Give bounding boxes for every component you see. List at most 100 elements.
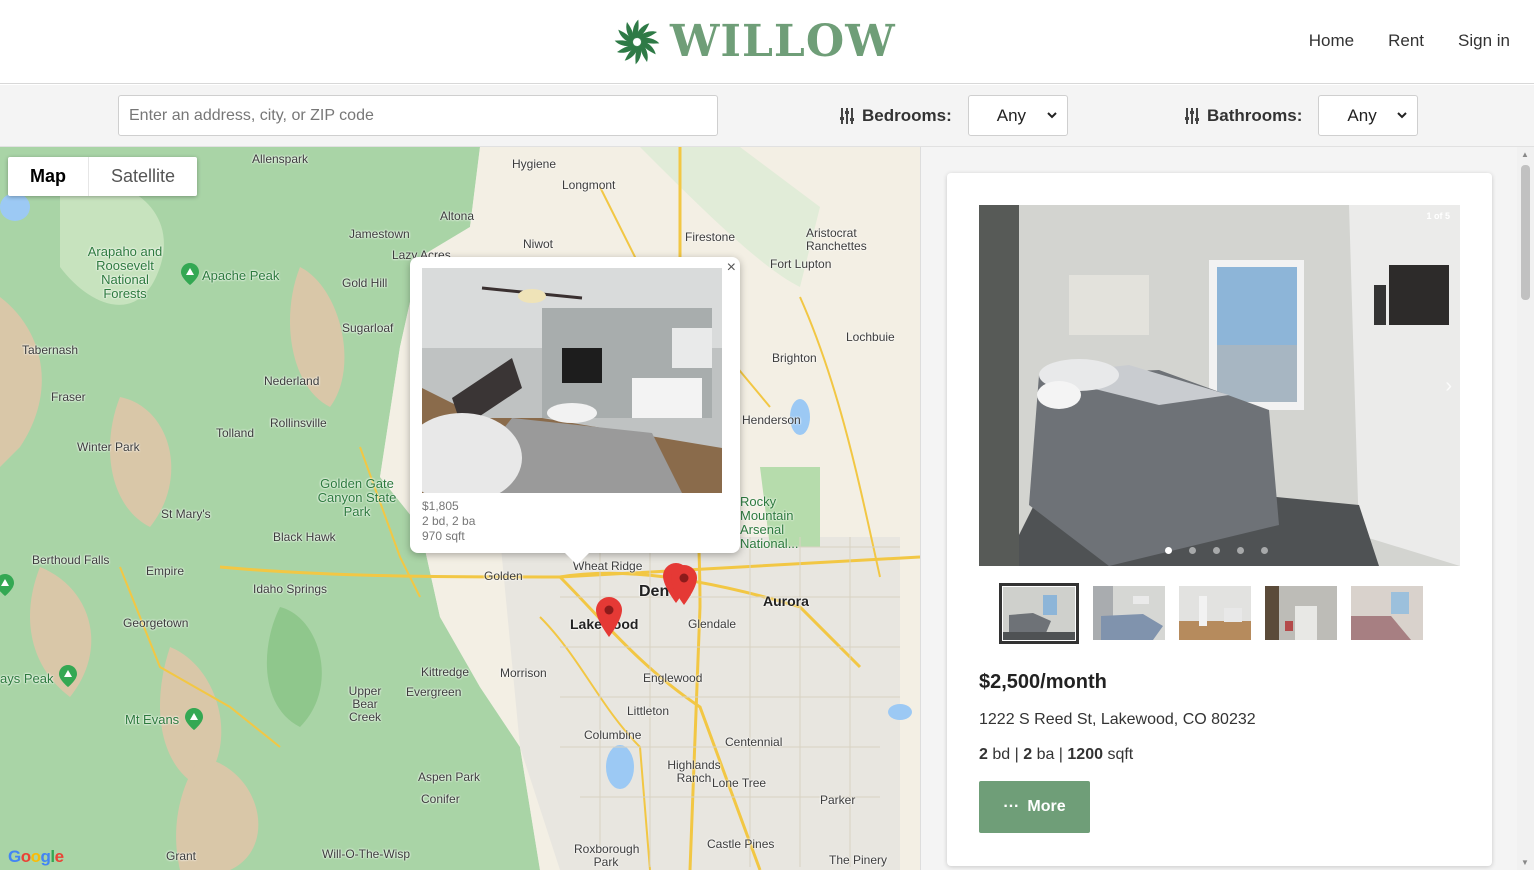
park-pin-icon	[181, 263, 199, 285]
map-place-label: Centennial	[725, 735, 783, 749]
park-pin-icon	[185, 708, 203, 730]
top-header: WILLOW Home Rent Sign in	[0, 0, 1534, 84]
map-place-label: Hygiene	[512, 157, 557, 171]
map-place-label: Englewood	[643, 671, 703, 685]
main-nav: Home Rent Sign in	[1309, 31, 1510, 51]
map-park-label: ays Peak	[0, 671, 54, 686]
map-place-label: Kittredge	[421, 665, 470, 679]
carousel-dot[interactable]	[1261, 547, 1268, 554]
map-place-label: Glendale	[688, 617, 737, 631]
listing-info-popup[interactable]: × $1,805 2 bd, 2 ba 970 sqft	[410, 257, 740, 565]
popup-price: $1,805	[422, 499, 459, 513]
nav-home-link[interactable]: Home	[1309, 31, 1354, 51]
carousel-dot[interactable]	[1213, 547, 1220, 554]
bedrooms-select[interactable]: Any	[967, 95, 1068, 136]
living-room-photo	[422, 268, 722, 493]
listing-beds-unit: bd	[992, 746, 1011, 763]
map-place-label: Henderson	[742, 413, 801, 427]
map-place-label: Upper Bear Creek	[348, 684, 382, 724]
panel-scrollbar[interactable]: ▲ ▼	[1517, 147, 1534, 870]
nav-sign-in-link[interactable]: Sign in	[1458, 31, 1510, 51]
map-place-label: Gold Hill	[342, 276, 388, 290]
ellipsis-icon: ···	[1003, 798, 1020, 815]
google-logo[interactable]: Google	[8, 847, 64, 867]
carousel-dot[interactable]	[1189, 547, 1196, 554]
map-place-label: Aspen Park	[418, 770, 481, 784]
more-button-label: More	[1027, 798, 1066, 815]
map-place-label: Nederland	[264, 374, 320, 388]
map-place-label: Firestone	[685, 230, 736, 244]
listing-stats: 2 bd | 2 ba | 1200 sqft	[979, 746, 1134, 763]
map-type-map-button[interactable]: Map	[8, 157, 89, 196]
map-park-label: Rocky Mountain Arsenal National...	[740, 494, 799, 551]
nav-rent-link[interactable]: Rent	[1388, 31, 1424, 51]
chevron-right-icon[interactable]: ›	[1445, 375, 1452, 398]
map-place-label: Golden	[484, 569, 523, 583]
map-place-label: Jamestown	[349, 227, 410, 241]
photo-carousel[interactable]: 1 of 5 ›	[979, 205, 1460, 566]
carousel-dot[interactable]	[1237, 547, 1244, 554]
photo-thumbnail[interactable]	[1179, 586, 1251, 640]
listing-marker-icon[interactable]	[671, 565, 697, 605]
map-place-label: Rollinsville	[270, 416, 327, 430]
map-place-label: Brighton	[772, 351, 817, 365]
map-park-label: Mt Evans	[125, 712, 180, 727]
map-type-toggle: Map Satellite	[8, 157, 198, 196]
chevron-down-icon	[1397, 112, 1408, 119]
map-place-label: Aurora	[763, 593, 809, 609]
map-type-satellite-button[interactable]: Satellite	[89, 157, 197, 196]
map-place-label: Winter Park	[77, 440, 140, 454]
photo-thumbnail[interactable]	[1265, 586, 1337, 640]
popup-listing-photo[interactable]	[422, 268, 722, 493]
willow-logo[interactable]: WILLOW	[612, 16, 896, 68]
map-place-label: St Mary's	[161, 507, 211, 521]
bedroom-photo	[979, 205, 1460, 566]
popup-sqft: 970 sqft	[422, 529, 465, 543]
bathrooms-select-value: Any	[1347, 105, 1377, 125]
map-place-label: Roxborough Park	[574, 842, 640, 869]
photo-thumbnail[interactable]	[1093, 586, 1165, 640]
photo-thumbnail[interactable]	[999, 583, 1079, 644]
logo-text: WILLOW	[670, 16, 896, 67]
more-button[interactable]: ··· More	[979, 781, 1090, 833]
bedrooms-filter: Bedrooms: Any	[840, 95, 1068, 136]
carousel-dot[interactable]	[1165, 547, 1172, 554]
park-pin-icon	[59, 665, 77, 687]
map-place-label: Morrison	[500, 666, 547, 680]
address-search-input[interactable]	[118, 95, 718, 136]
listing-baths-count: 2	[1023, 746, 1033, 763]
map-park-label: Golden Gate Canyon State Park	[317, 476, 397, 519]
bedrooms-select-value: Any	[996, 105, 1027, 125]
bathrooms-select[interactable]: Any	[1318, 95, 1419, 136]
photo-thumbnail[interactable]	[1351, 586, 1423, 640]
bathrooms-label: Bathrooms:	[1207, 105, 1303, 125]
map-place-label: Sugarloaf	[342, 321, 394, 335]
listing-marker-icon[interactable]	[596, 597, 622, 637]
map-place-label: Castle Pines	[707, 837, 775, 851]
scroll-up-icon[interactable]: ▲	[1521, 150, 1529, 159]
map-place-label: Fort Lupton	[770, 257, 832, 271]
close-icon[interactable]: ×	[727, 259, 736, 277]
listing-baths-unit: ba	[1036, 746, 1055, 763]
scrollbar-thumb[interactable]	[1521, 165, 1530, 300]
map-park-label: Apache Peak	[202, 268, 280, 283]
scroll-down-icon[interactable]: ▼	[1521, 858, 1529, 867]
map-place-label: Allenspark	[252, 152, 309, 166]
listing-card: 1 of 5 › $2,500/month 1222 S Reed St, La…	[947, 173, 1492, 866]
map-place-label: Littleton	[627, 704, 670, 718]
photo-counter: 1 of 5	[1426, 211, 1450, 221]
map-view[interactable]: Map Satellite Allenspark Hygiene Longmon…	[0, 147, 920, 870]
map-park-label: Arapaho and Roosevelt National Forests	[87, 244, 163, 301]
map-place-label: Black Hawk	[273, 530, 336, 544]
popup-listing-details: $1,805 2 bd, 2 ba 970 sqft	[422, 499, 475, 544]
map-place-label: Parker	[820, 793, 856, 807]
bedrooms-label: Bedrooms:	[862, 105, 952, 125]
map-place-label: Georgetown	[123, 616, 189, 630]
sliders-icon	[840, 107, 854, 124]
park-pin-icon	[0, 574, 14, 596]
listing-beds-count: 2	[979, 746, 988, 763]
map-place-label: Lochbuie	[846, 330, 895, 344]
map-place-label: Will-O-The-Wisp	[322, 847, 410, 861]
listing-address: 1222 S Reed St, Lakewood, CO 80232	[979, 711, 1256, 728]
map-place-label: Fraser	[51, 390, 86, 404]
